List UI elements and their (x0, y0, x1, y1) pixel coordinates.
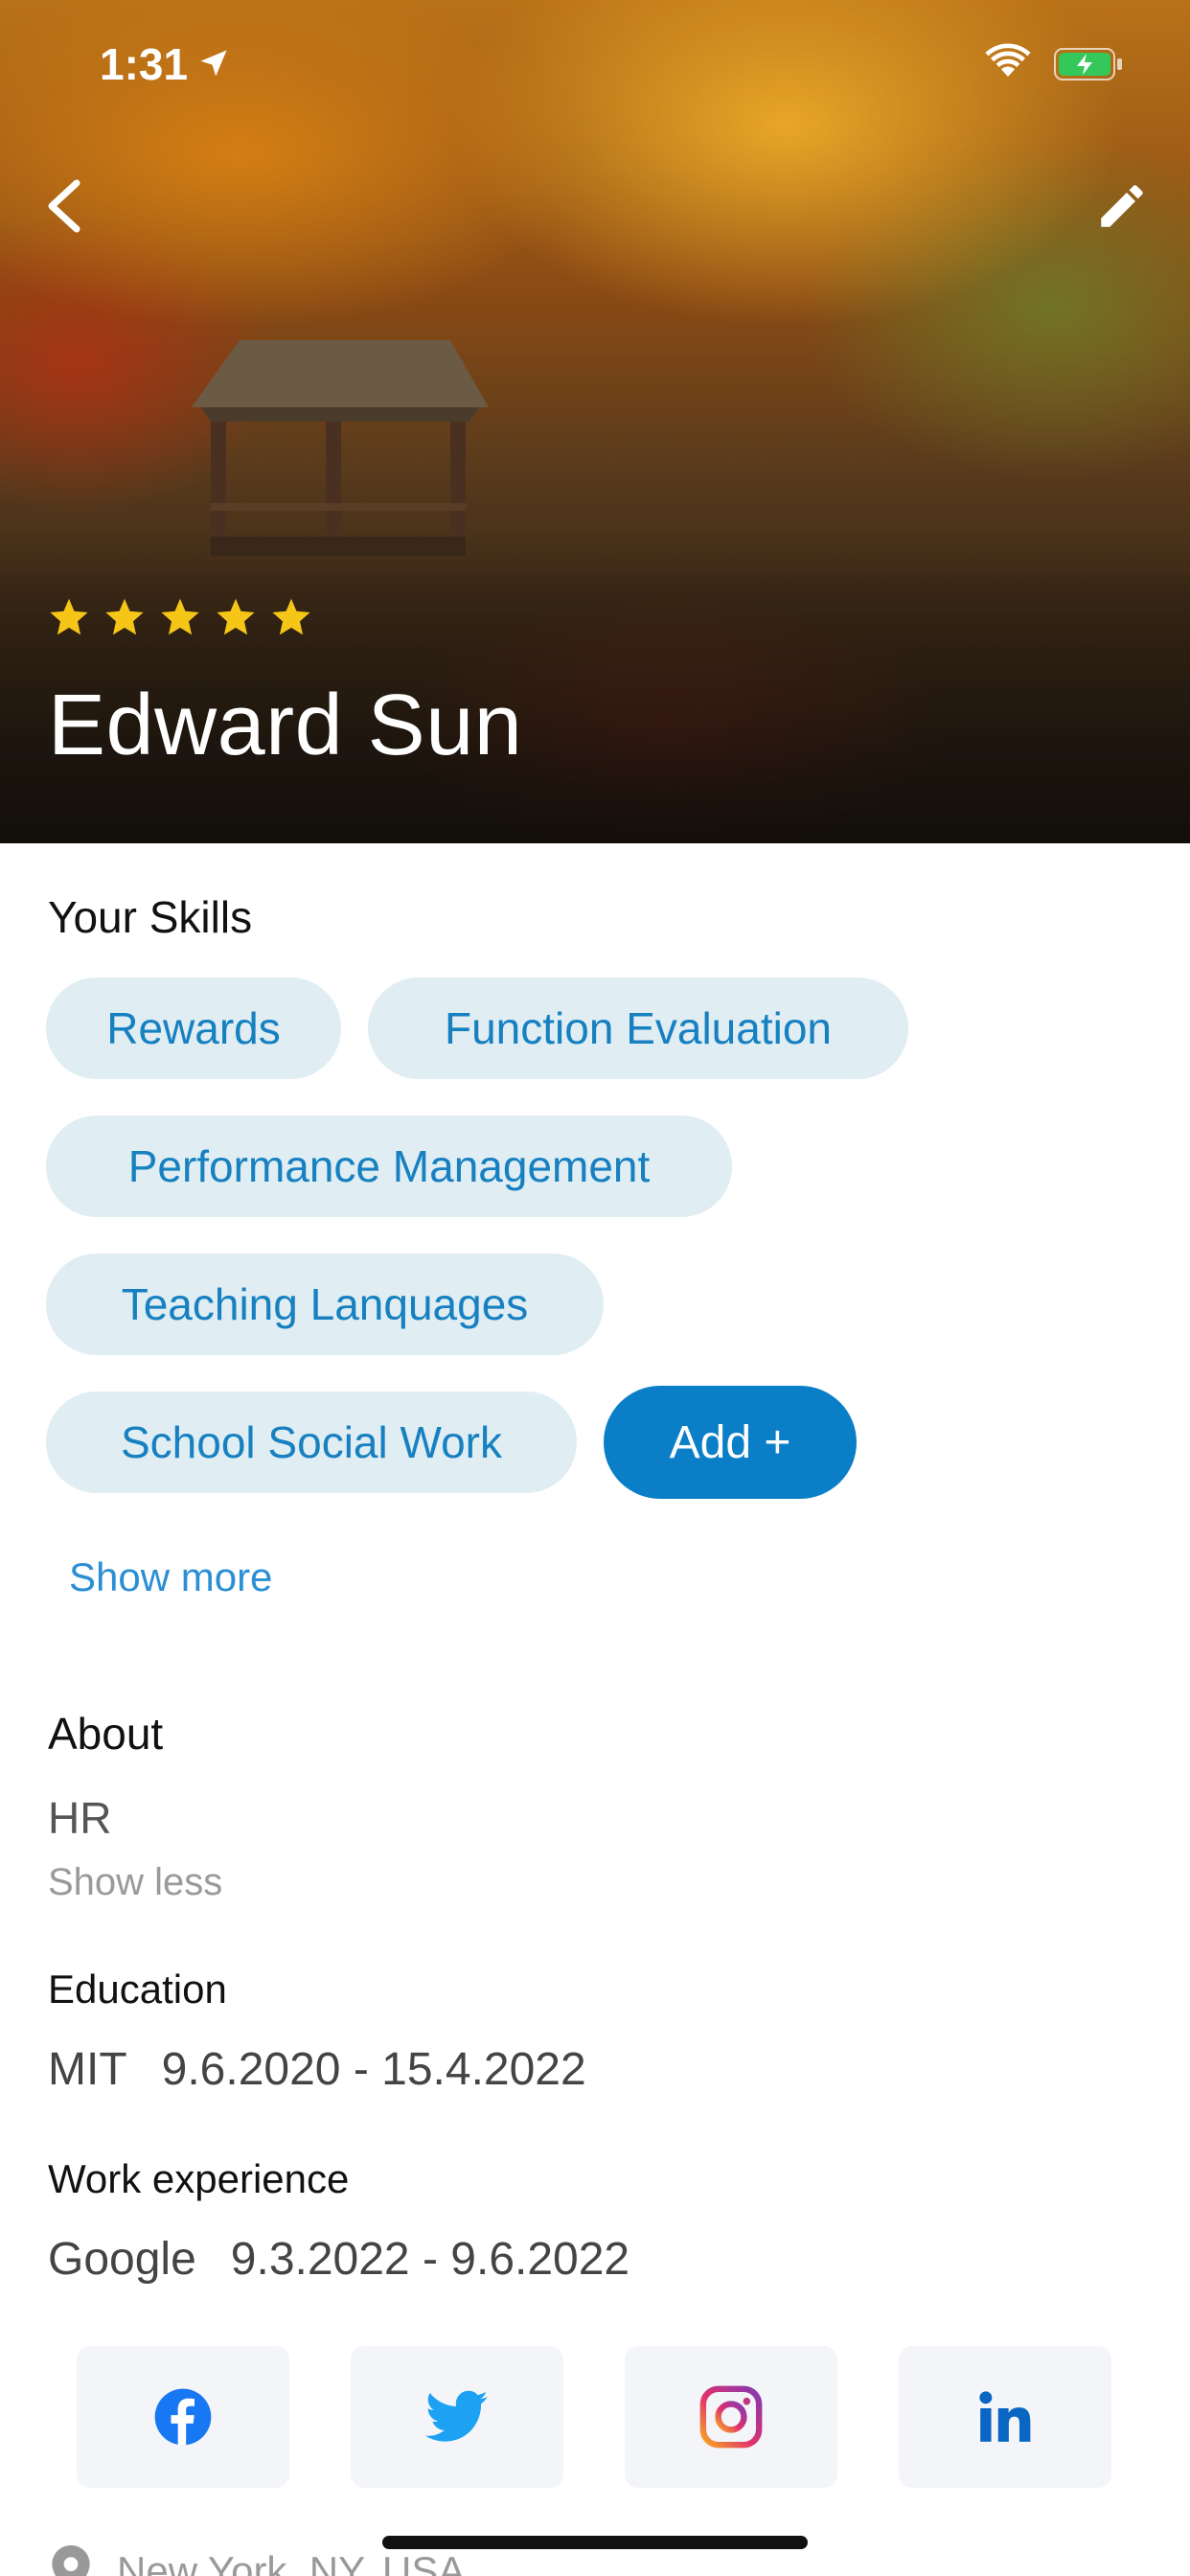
home-indicator[interactable] (382, 2536, 808, 2549)
about-title: About (48, 1709, 164, 1759)
skill-chip[interactable]: School Social Work (46, 1392, 577, 1493)
wifi-icon (985, 43, 1031, 77)
pencil-icon (1101, 185, 1143, 227)
battery-charging-icon (1054, 48, 1122, 80)
instagram-icon (699, 2385, 763, 2449)
about-text: HR (48, 1793, 112, 1843)
profile-name: Edward Sun (48, 678, 523, 773)
rating-stars (48, 596, 312, 638)
back-button[interactable] (34, 172, 92, 240)
status-bar: 1:31 (0, 0, 1190, 125)
education-school: MIT (48, 2044, 127, 2095)
education-entry: MIT 9.6.2020 - 15.4.2022 (48, 2043, 586, 2096)
status-time: 1:31 (100, 39, 189, 89)
star-icon (272, 598, 310, 635)
twitter-link[interactable] (351, 2346, 563, 2488)
map-pin-icon (52, 2545, 90, 2576)
show-less-link[interactable]: Show less (48, 1861, 222, 1904)
twitter-icon (425, 2390, 488, 2442)
skill-chip[interactable]: Function Evaluation (368, 978, 908, 1079)
work-company: Google (48, 2234, 196, 2285)
facebook-link[interactable] (77, 2346, 289, 2488)
work-experience-title: Work experience (48, 2156, 350, 2201)
linkedin-icon (979, 2391, 1031, 2442)
facebook-icon (154, 2388, 212, 2446)
add-skill-label: Add + (669, 1416, 791, 1468)
chevron-left-icon (48, 179, 80, 233)
education-title: Education (48, 1966, 227, 2012)
work-experience-entry: Google 9.3.2022 - 9.6.2022 (48, 2233, 629, 2286)
skills-title: Your Skills (48, 892, 253, 942)
edit-profile-button[interactable] (1088, 172, 1156, 240)
show-more-link[interactable]: Show more (69, 1554, 272, 1600)
skill-chip[interactable]: Rewards (46, 978, 341, 1079)
location-row: New York, NY, USA (52, 2545, 465, 2576)
education-dates: 9.6.2020 - 15.4.2022 (161, 2044, 586, 2095)
instagram-link[interactable] (625, 2346, 837, 2488)
star-icon (105, 598, 144, 635)
location-arrow-icon (200, 50, 227, 77)
skill-chip[interactable]: Performance Management (46, 1116, 732, 1217)
add-skill-button[interactable]: Add + (604, 1386, 857, 1499)
work-dates: 9.3.2022 - 9.6.2022 (230, 2234, 630, 2285)
star-icon (50, 598, 88, 635)
linkedin-link[interactable] (899, 2346, 1111, 2488)
star-icon (161, 598, 199, 635)
star-icon (217, 598, 255, 635)
skill-chip[interactable]: Teaching Lanquages (46, 1254, 604, 1355)
location-text: New York, NY, USA (117, 2548, 466, 2576)
